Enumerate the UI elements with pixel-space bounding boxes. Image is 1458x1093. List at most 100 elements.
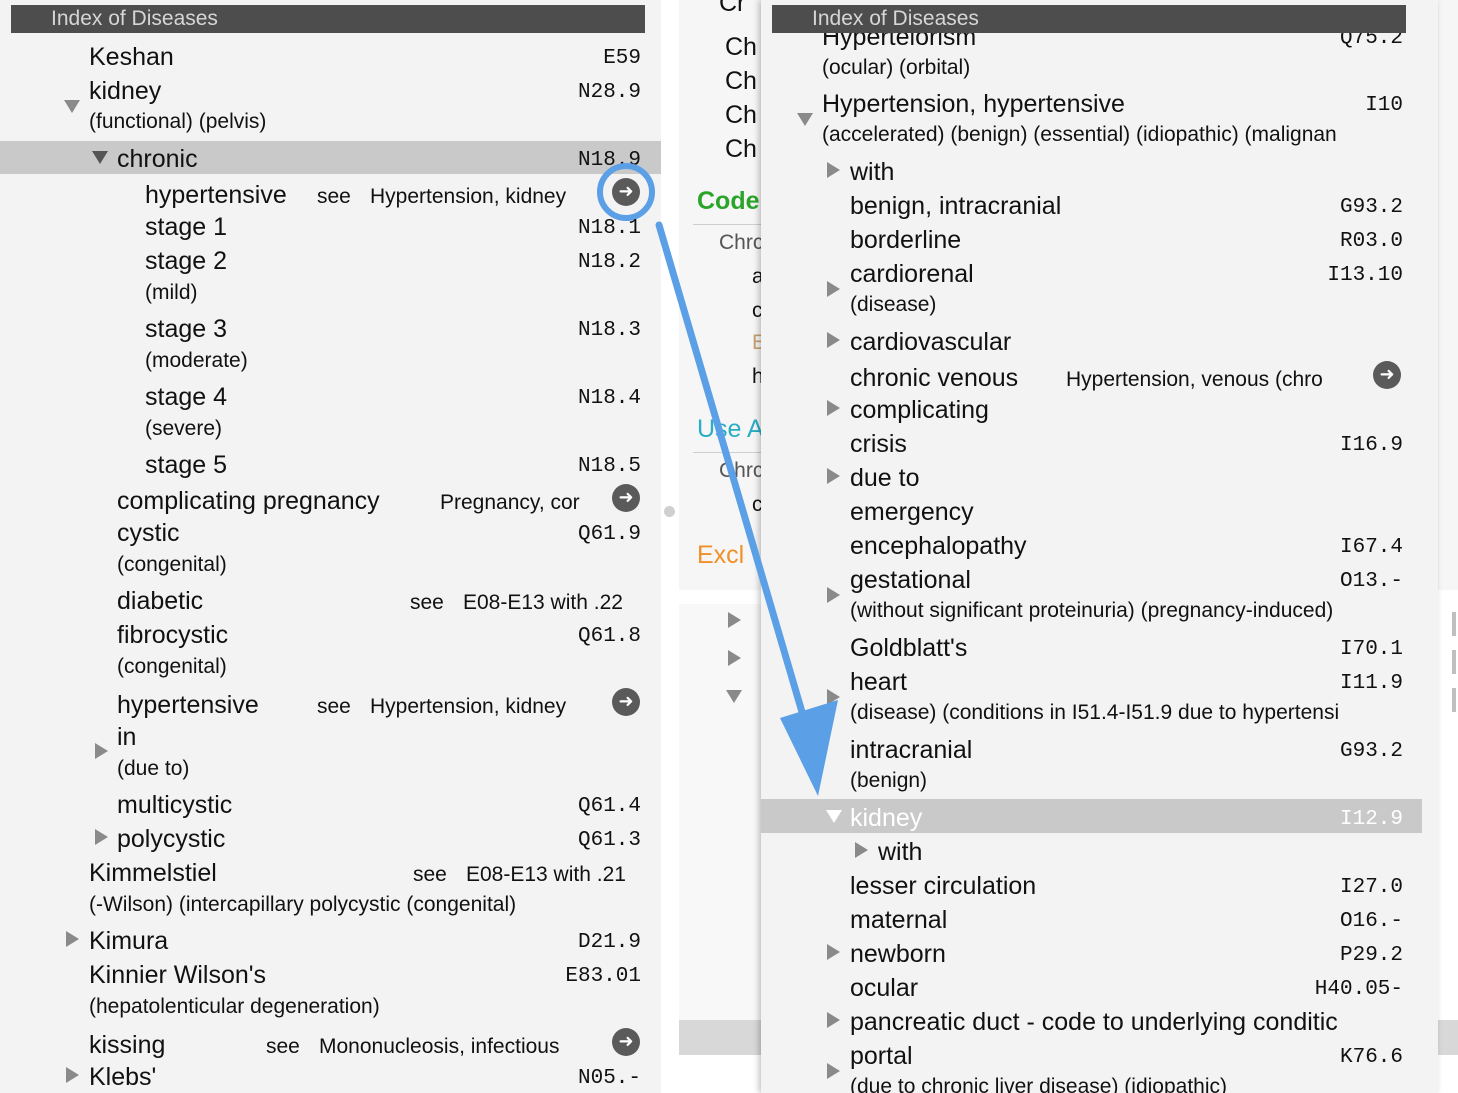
code-goldblatt[interactable]: I70.1: [1340, 637, 1403, 663]
code-kidney[interactable]: N28.9: [578, 80, 641, 106]
expand-pancreatic-triangle[interactable]: [827, 1012, 840, 1028]
code-stage-3[interactable]: N18.3: [578, 318, 641, 344]
term-in[interactable]: in: [117, 722, 136, 752]
term-gestational[interactable]: gestational: [850, 565, 971, 595]
ref-e08-e13-22[interactable]: E08-E13 with .22: [463, 590, 623, 616]
term-stage-2[interactable]: stage 2: [145, 246, 227, 276]
code-cardiorenal[interactable]: I13.10: [1327, 263, 1403, 289]
expand-newborn-triangle[interactable]: [827, 944, 840, 960]
code-cystic[interactable]: Q61.9: [578, 522, 641, 548]
code-hypertension[interactable]: I10: [1365, 93, 1403, 119]
term-lesser-circulation[interactable]: lesser circulation: [850, 871, 1036, 901]
expand-in-triangle[interactable]: [95, 743, 108, 759]
term-goldblatt[interactable]: Goldblatt's: [850, 633, 967, 663]
code-keshan[interactable]: E59: [603, 46, 641, 72]
code-kidney-selected[interactable]: I12.9: [1340, 807, 1403, 833]
collapse-chronic-triangle[interactable]: [92, 151, 108, 164]
ref-hypertension-kidney[interactable]: Hypertension, kidney: [370, 184, 566, 210]
expand-kimura-triangle[interactable]: [66, 931, 79, 947]
code-stage-2[interactable]: N18.2: [578, 250, 641, 276]
term-stage-4[interactable]: stage 4: [145, 382, 227, 412]
code-polycystic[interactable]: Q61.3: [578, 828, 641, 854]
code-intracranial[interactable]: G93.2: [1340, 739, 1403, 765]
expand-with-triangle[interactable]: [827, 162, 840, 178]
code-ocular[interactable]: H40.05-: [1315, 977, 1403, 1003]
scrollbar-track[interactable]: [1452, 688, 1456, 712]
code-lesser-circulation[interactable]: I27.0: [1340, 875, 1403, 901]
code-heart[interactable]: I11.9: [1340, 671, 1403, 697]
expand-gestational-triangle[interactable]: [827, 587, 840, 603]
term-keshan[interactable]: Keshan: [89, 42, 174, 72]
expand-polycystic-triangle[interactable]: [95, 829, 108, 845]
code-gestational[interactable]: O13.-: [1340, 569, 1403, 595]
expand-complicating-triangle[interactable]: [827, 400, 840, 416]
term-diabetic[interactable]: diabetic: [117, 586, 203, 616]
expand-due-to-triangle[interactable]: [827, 468, 840, 484]
expand-klebs-triangle[interactable]: [66, 1067, 79, 1083]
term-kidney-selected[interactable]: kidney: [850, 803, 922, 833]
code-multicystic[interactable]: Q61.4: [578, 794, 641, 820]
ref-e08-e13-21[interactable]: E08-E13 with .21: [466, 862, 626, 888]
term-crisis[interactable]: crisis: [850, 429, 907, 459]
code-kinnier-wilson[interactable]: E83.01: [565, 964, 641, 990]
collapse-kidney-triangle[interactable]: [826, 810, 842, 823]
term-cystic[interactable]: cystic: [117, 518, 180, 548]
term-kidney-with[interactable]: with: [878, 837, 922, 867]
ref-hypertension-venous[interactable]: Hypertension, venous (chro: [1066, 367, 1358, 393]
code-fibrocystic[interactable]: Q61.8: [578, 624, 641, 650]
term-complicating[interactable]: complicating: [850, 395, 989, 425]
code-benign-intracranial[interactable]: G93.2: [1340, 195, 1403, 221]
term-encephalopathy[interactable]: encephalopathy: [850, 531, 1027, 561]
code-portal[interactable]: K76.6: [1340, 1045, 1403, 1071]
go-arrow-icon[interactable]: ➜: [1373, 361, 1401, 389]
collapse-triangle[interactable]: [726, 690, 742, 703]
scrollbar-track[interactable]: [1452, 612, 1456, 636]
term-klebs[interactable]: Klebs': [89, 1062, 156, 1092]
go-arrow-icon[interactable]: ➜: [612, 1028, 640, 1056]
term-cardiovascular[interactable]: cardiovascular: [850, 327, 1011, 357]
term-kidney[interactable]: kidney: [89, 76, 161, 106]
term-kimmelstiel[interactable]: Kimmelstiel: [89, 858, 217, 888]
term-fibrocystic[interactable]: fibrocystic: [117, 620, 228, 650]
splitter-handle[interactable]: [664, 506, 675, 517]
expand-cardiovascular-triangle[interactable]: [827, 332, 840, 348]
term-hypertensive[interactable]: hypertensive: [117, 690, 259, 720]
term-chronic[interactable]: chronic: [117, 144, 198, 174]
code-borderline[interactable]: R03.0: [1340, 229, 1403, 255]
code-stage-1[interactable]: N18.1: [578, 216, 641, 242]
go-arrow-icon[interactable]: ➜: [612, 484, 640, 512]
code-kimura[interactable]: D21.9: [578, 930, 641, 956]
term-stage-1[interactable]: stage 1: [145, 212, 227, 242]
term-pancreatic-duct[interactable]: pancreatic duct - code to underlying con…: [850, 1007, 1398, 1037]
code-stage-4[interactable]: N18.4: [578, 386, 641, 412]
expand-portal-triangle[interactable]: [827, 1063, 840, 1079]
term-complicating-pregnancy[interactable]: complicating pregnancy: [117, 486, 380, 516]
code-encephalopathy[interactable]: I67.4: [1340, 535, 1403, 561]
term-hypertensive-chronic[interactable]: hypertensive: [145, 180, 287, 210]
term-portal[interactable]: portal: [850, 1041, 913, 1071]
expand-kidney-with-triangle[interactable]: [855, 842, 868, 858]
expand-triangle[interactable]: [728, 612, 741, 628]
term-kinnier-wilson[interactable]: Kinnier Wilson's: [89, 960, 266, 990]
term-polycystic[interactable]: polycystic: [117, 824, 225, 854]
go-arrow-icon[interactable]: ➜: [612, 688, 640, 716]
scrollbar-track[interactable]: [1452, 650, 1456, 674]
ref-mononucleosis[interactable]: Mononucleosis, infectious: [319, 1034, 559, 1060]
term-stage-5[interactable]: stage 5: [145, 450, 227, 480]
term-due-to[interactable]: due to: [850, 463, 920, 493]
term-stage-3[interactable]: stage 3: [145, 314, 227, 344]
term-hypertension[interactable]: Hypertension, hypertensive: [822, 89, 1125, 119]
code-crisis[interactable]: I16.9: [1340, 433, 1403, 459]
term-kissing[interactable]: kissing: [89, 1030, 165, 1060]
expand-heart-triangle[interactable]: [827, 689, 840, 705]
term-benign-intracranial[interactable]: benign, intracranial: [850, 191, 1061, 221]
term-intracranial[interactable]: intracranial: [850, 735, 972, 765]
term-chronic-venous[interactable]: chronic venous: [850, 363, 1018, 393]
ref-pregnancy[interactable]: Pregnancy, cor: [440, 490, 598, 516]
term-ocular[interactable]: ocular: [850, 973, 918, 1003]
expand-cardiorenal-triangle[interactable]: [827, 281, 840, 297]
term-kimura[interactable]: Kimura: [89, 926, 168, 956]
collapse-hypertension-triangle[interactable]: [797, 113, 813, 126]
code-klebs[interactable]: N05.-: [578, 1066, 641, 1092]
term-heart[interactable]: heart: [850, 667, 907, 697]
